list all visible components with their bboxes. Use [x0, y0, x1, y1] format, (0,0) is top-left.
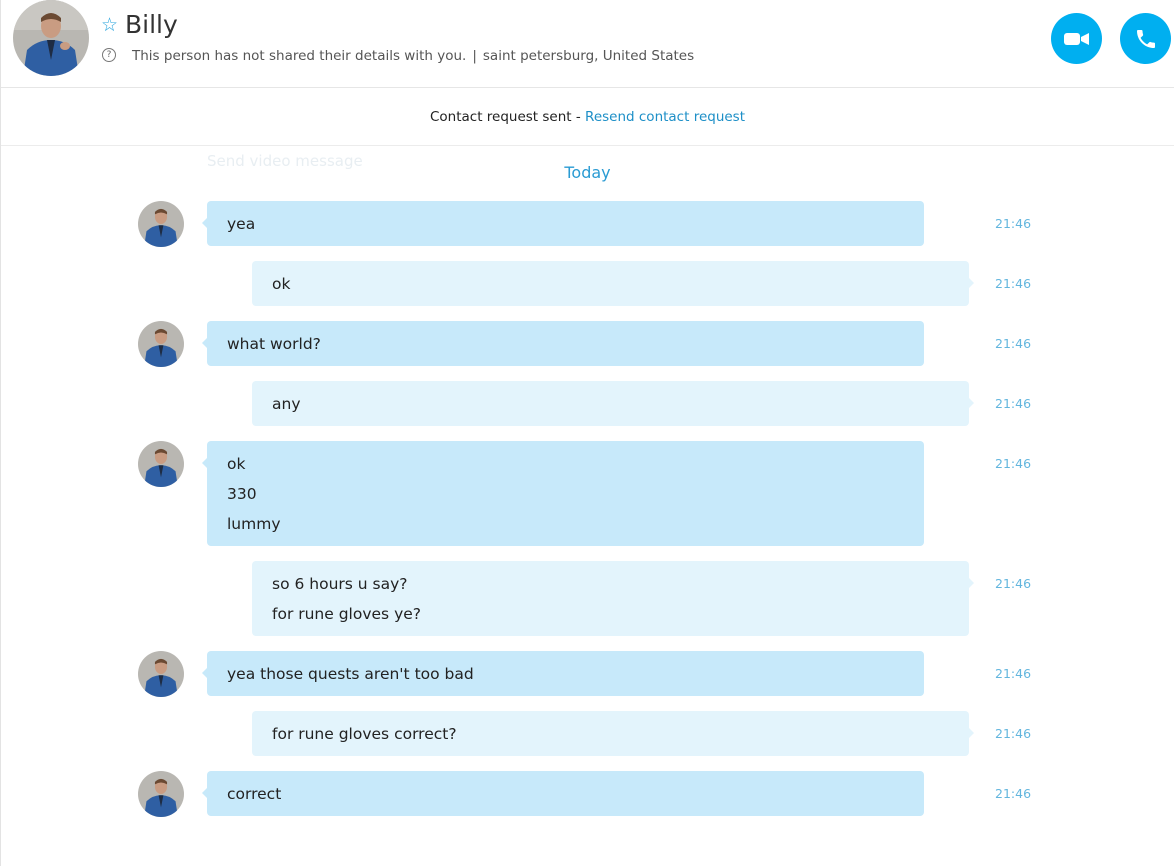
separator: |: [472, 48, 477, 64]
message-text: so 6 hours u say?: [272, 575, 408, 593]
outgoing-message[interactable]: ok: [252, 261, 974, 306]
contact-request-banner: Contact request sent - Resend contact re…: [1, 88, 1174, 146]
message-text: yea those quests aren't too bad: [227, 665, 474, 683]
message-timestamp: 21:46: [995, 336, 1032, 351]
sender-avatar[interactable]: [138, 321, 184, 367]
sender-avatar[interactable]: [138, 201, 184, 247]
incoming-message[interactable]: what world?: [202, 321, 924, 366]
contact-name: Billy: [125, 10, 178, 39]
contact-request-status: Contact request sent -: [429, 109, 586, 125]
day-separator: Today: [564, 163, 611, 182]
message-timestamp: 21:46: [995, 726, 1032, 741]
message-text: lummy: [227, 515, 281, 533]
message-timestamp: 21:46: [995, 456, 1032, 471]
question-circle-icon[interactable]: ?: [102, 48, 116, 62]
sender-avatar[interactable]: [138, 651, 184, 697]
resend-contact-request-link[interactable]: Resend contact request: [585, 109, 745, 125]
message-text: 330: [227, 485, 257, 503]
video-camera-icon: [1063, 32, 1089, 45]
message-text: for rune gloves ye?: [272, 605, 421, 623]
contact-avatar[interactable]: [13, 0, 89, 76]
chat-window: ☆ Billy ? This person has not shared the…: [0, 0, 1174, 866]
contact-status-line: This person has not shared their details…: [132, 46, 694, 66]
message-text: yea: [227, 215, 256, 233]
conversation-header: ☆ Billy ? This person has not shared the…: [1, 0, 1174, 88]
message-timestamp: 21:46: [995, 396, 1032, 411]
message-text: what world?: [227, 335, 321, 353]
message-timestamp: 21:46: [995, 576, 1032, 591]
incoming-message[interactable]: yea: [202, 201, 924, 246]
phone-icon: [1136, 29, 1155, 48]
message-text: any: [272, 395, 301, 413]
audio-call-button[interactable]: [1120, 13, 1171, 64]
outgoing-message[interactable]: any: [252, 381, 974, 426]
outgoing-message[interactable]: for rune gloves correct?: [252, 711, 974, 756]
incoming-message[interactable]: correct: [202, 771, 924, 816]
incoming-message[interactable]: yea those quests aren't too bad: [202, 651, 924, 696]
sender-avatar[interactable]: [138, 771, 184, 817]
message-text: ok: [227, 455, 246, 473]
message-text: ok: [272, 275, 291, 293]
contact-status-text: This person has not shared their details…: [132, 48, 467, 64]
favorite-star-icon[interactable]: ☆: [101, 14, 118, 36]
message-text: correct: [227, 785, 282, 803]
incoming-message[interactable]: ok 330 lummy: [202, 441, 924, 546]
contact-location: saint petersburg, United States: [482, 48, 695, 64]
message-timestamp: 21:46: [995, 666, 1032, 681]
message-timestamp: 21:46: [995, 216, 1032, 231]
message-timestamp: 21:46: [995, 786, 1032, 801]
message-timestamp: 21:46: [995, 276, 1032, 291]
video-call-button[interactable]: [1051, 13, 1102, 64]
message-text: for rune gloves correct?: [272, 725, 457, 743]
outgoing-message[interactable]: so 6 hours u say? for rune gloves ye?: [252, 561, 974, 636]
sender-avatar[interactable]: [138, 441, 184, 487]
